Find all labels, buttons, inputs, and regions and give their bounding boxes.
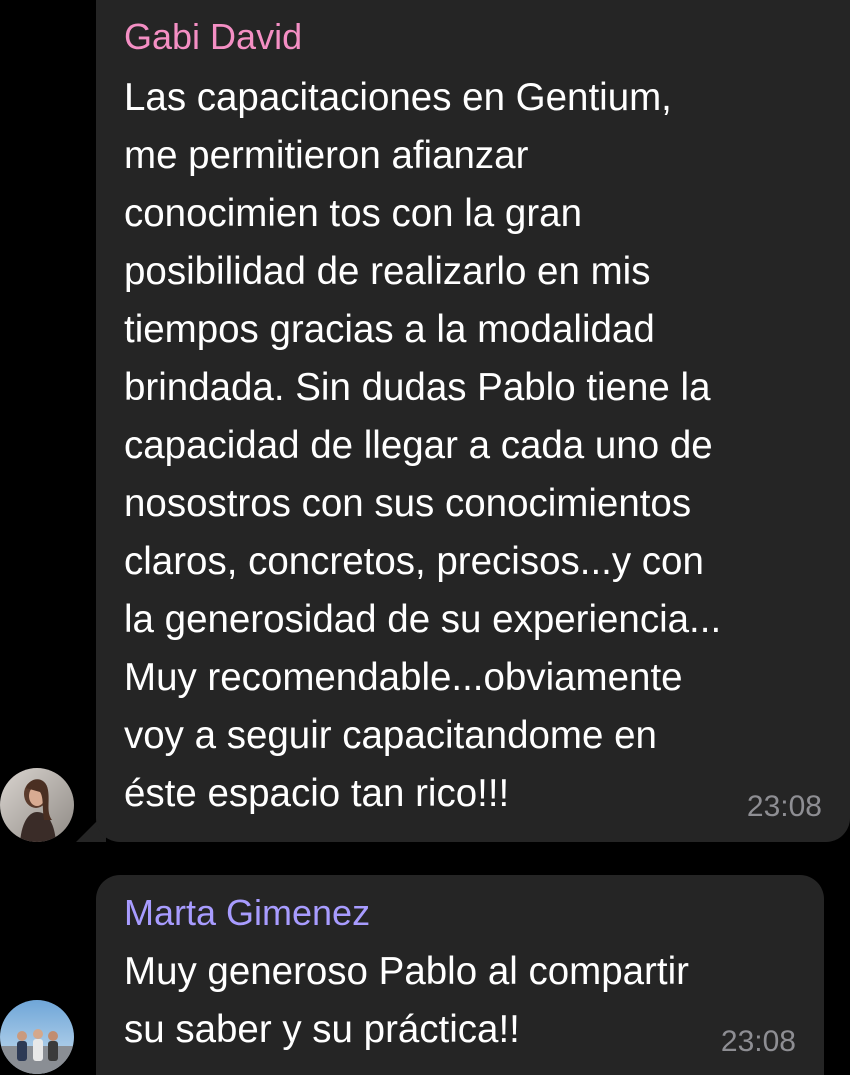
group-avatar-photo-icon	[0, 1000, 74, 1074]
message-text: Muy generoso Pablo al compartir su saber…	[124, 950, 689, 1051]
message-bubble[interactable]: Marta Gimenez Muy generoso Pablo al comp…	[96, 875, 824, 1075]
sender-name[interactable]: Gabi David	[124, 17, 302, 57]
message-timestamp: 23:08	[746, 790, 822, 823]
message-bubble[interactable]: Gabi David Las capacitaciones en Gentium…	[96, 0, 850, 842]
avatar-marta-gimenez[interactable]	[0, 1000, 74, 1074]
sender-name[interactable]: Marta Gimenez	[124, 893, 370, 933]
avatar-gabi-david[interactable]	[0, 768, 74, 842]
message-text: Las capacitaciones en Gentium, me permit…	[124, 76, 722, 815]
message-timestamp: 23:08	[720, 1025, 796, 1058]
user-avatar-photo-icon	[0, 768, 74, 842]
chat-thread: Gabi David Las capacitaciones en Gentium…	[0, 0, 850, 1075]
